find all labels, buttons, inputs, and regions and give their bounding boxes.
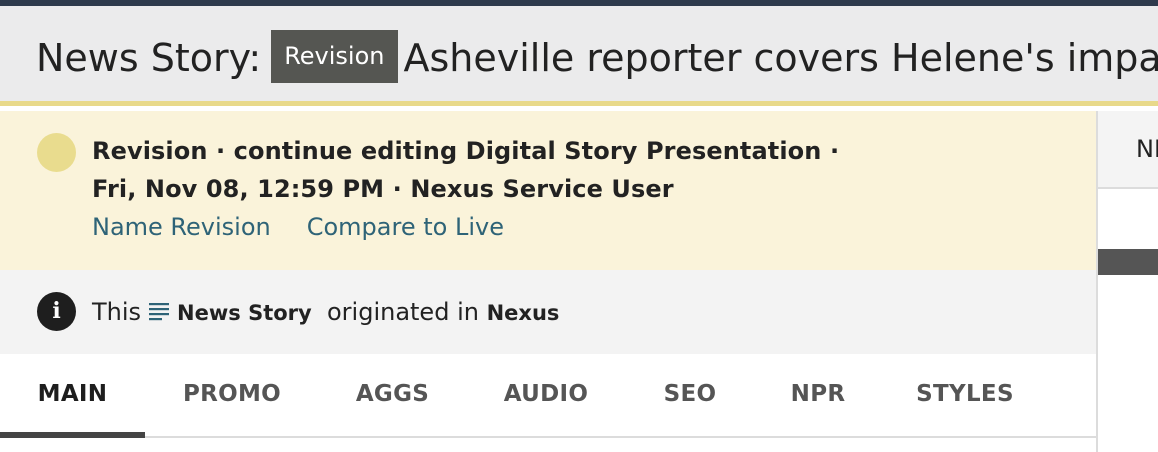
tab-promo[interactable]: PROMO: [164, 354, 300, 438]
origin-notice: i This News Story originated in Nexus: [0, 270, 1096, 354]
document-lines-icon: [149, 300, 171, 321]
origin-text: This News Story originated in Nexus: [92, 298, 559, 326]
tab-content-area: [0, 438, 1096, 452]
compare-to-live-link[interactable]: Compare to Live: [307, 213, 504, 241]
tab-seo[interactable]: SEO: [650, 354, 730, 438]
tab-styles[interactable]: STYLES: [905, 354, 1025, 438]
page-header: News Story: Revision Asheville reporter co…: [0, 6, 1158, 106]
tab-audio[interactable]: AUDIO: [486, 354, 606, 438]
tab-aggs[interactable]: AGGS: [340, 354, 445, 438]
revision-datetime: Fri, Nov 08, 12:59 PM: [92, 175, 385, 203]
revision-user: Nexus Service User: [410, 175, 674, 203]
tab-main[interactable]: MAIN: [0, 354, 145, 438]
origin-prefix: This: [92, 298, 142, 326]
right-panel-bar: [1098, 249, 1158, 275]
separator: ·: [829, 137, 840, 165]
revision-meta-line: Fri, Nov 08, 12:59 PM · Nexus Service Us…: [92, 175, 674, 203]
revision-label: Revision: [92, 137, 208, 165]
page-title-prefix: News Story:: [36, 36, 262, 80]
revision-summary-line: Revision · continue editing Digital Stor…: [92, 137, 839, 165]
revision-links: Name Revision Compare to Live: [92, 213, 504, 241]
info-icon: i: [37, 292, 76, 331]
name-revision-link[interactable]: Name Revision: [92, 213, 271, 241]
separator: ·: [215, 137, 226, 165]
tab-npr[interactable]: NPR: [775, 354, 861, 438]
origin-type: News Story: [177, 301, 312, 325]
right-panel-tab[interactable]: NPR: [1098, 111, 1158, 189]
separator: ·: [392, 175, 402, 203]
revision-badge: Revision: [271, 30, 398, 83]
revision-status-dot: [37, 133, 76, 172]
revision-info-panel: Revision · continue editing Digital Stor…: [0, 111, 1096, 270]
origin-middle: originated in: [326, 298, 479, 326]
origin-source: Nexus: [486, 301, 560, 325]
page-title: News Story: Revision Asheville reporter co…: [36, 30, 1158, 87]
content-tabs: MAIN PROMO AGGS AUDIO SEO NPR STYLES: [0, 354, 1096, 438]
revision-action: continue editing Digital Story Presentat…: [233, 137, 822, 165]
right-side-panel: NPR: [1096, 111, 1158, 452]
story-title: Asheville reporter covers Helene's impac…: [403, 36, 1158, 80]
